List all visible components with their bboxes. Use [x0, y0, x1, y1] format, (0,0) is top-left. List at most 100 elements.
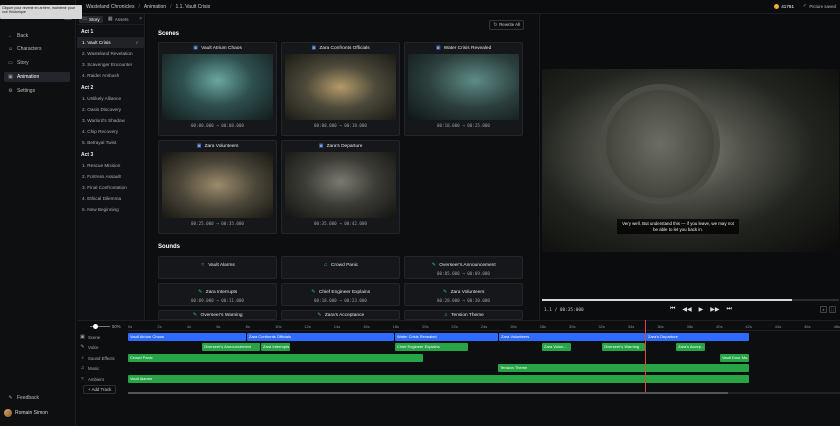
- timeline-clip[interactable]: Zara Confronts Officials: [247, 333, 394, 341]
- scene-thumbnail: [408, 54, 519, 120]
- credits-badge[interactable]: 41761: [774, 4, 794, 9]
- scene-card[interactable]: ▣ Zara's Departure 00:35.000 → 00:42.000: [281, 140, 400, 234]
- breadcrumb-section[interactable]: Animation: [144, 4, 166, 10]
- waveform-icon: ≈: [201, 262, 205, 268]
- ruler-tick: 16s: [363, 324, 370, 329]
- timeline-clip[interactable]: Tension Theme: [498, 364, 749, 372]
- skip-forward-icon[interactable]: ⏭: [727, 306, 732, 313]
- scene-card[interactable]: ▣ Vault Atrium Chaos 00:00.000 → 00:08.00…: [158, 42, 277, 136]
- timeline-clip[interactable]: Vault Door Mo...: [720, 354, 749, 362]
- zoom-slider[interactable]: [90, 324, 110, 329]
- story-scene-item[interactable]: 3. Warlord's Shadow: [77, 115, 144, 126]
- timeline-clip[interactable]: Zara Volunteers: [499, 333, 645, 341]
- timeline-clip[interactable]: Water Crisis Revealed: [395, 333, 498, 341]
- sound-card[interactable]: ♫ Tension Theme: [404, 310, 523, 320]
- story-scene-item[interactable]: 2. Oasis Discovery: [77, 104, 144, 115]
- story-scene-item[interactable]: 1. Vault Crisis ✓: [77, 37, 144, 48]
- user-profile[interactable]: Romain Simon: [4, 409, 48, 417]
- story-scene-item[interactable]: 5. New Beginning: [77, 204, 144, 215]
- sound-card-title-text: Zara's Acceptance: [324, 313, 365, 318]
- story-scene-item[interactable]: 5. Betrayal Twist: [77, 137, 144, 148]
- zoom-icon[interactable]: ⌕: [820, 306, 827, 313]
- sound-card-title: ♫ Tension Theme: [405, 311, 522, 319]
- play-icon[interactable]: ▶: [699, 306, 704, 313]
- rewrite-all-button[interactable]: ↻ Rewrite All: [489, 20, 524, 30]
- scene-card-title-text: Zara Confronts Officials: [319, 46, 370, 51]
- fullscreen-icon[interactable]: ⛶: [829, 306, 836, 313]
- nav-animation[interactable]: ▣ Animation: [4, 72, 70, 82]
- timeline-clip[interactable]: Overseer's Announcement: [202, 343, 260, 351]
- timeline-playhead[interactable]: [645, 320, 646, 394]
- story-scene-item[interactable]: 3. Scavenger Encounter: [77, 59, 144, 70]
- timeline-clip[interactable]: Vault Alarms: [128, 375, 749, 383]
- add-track-button[interactable]: + Add Track: [83, 385, 117, 394]
- ruler-tick: 6s: [216, 324, 221, 329]
- scene-card-title: ▣ Water Crisis Revealed: [405, 43, 522, 54]
- ruler-tick: 0s: [128, 324, 133, 329]
- sound-card-title: ✎ Overseer's Announcement: [405, 257, 522, 269]
- sound-card[interactable]: ✎ Chief Engineer Explains 00:18.000 → 00:…: [281, 283, 400, 306]
- nav-story[interactable]: ▭ Story: [4, 58, 70, 68]
- close-icon[interactable]: ×: [139, 16, 142, 22]
- sound-card-title-text: Vault Alarms: [208, 263, 235, 268]
- timeline-zoom[interactable]: 50%: [90, 324, 121, 329]
- story-scene-item[interactable]: 3. Final Confrontation: [77, 182, 144, 193]
- story-scene-item[interactable]: 4. Raider Ambush: [77, 70, 144, 81]
- sound-card[interactable]: ✎ Overseer's Warning: [158, 310, 277, 320]
- film-icon: ▣: [311, 45, 317, 51]
- track-label-scene: ▣ Scene: [80, 332, 100, 342]
- film-icon: ▣: [80, 333, 85, 340]
- timeline-clip[interactable]: Overseer's Warning: [602, 343, 645, 351]
- fast-forward-icon[interactable]: ▶▶: [710, 306, 719, 313]
- preview-tools: ⌕ ⛶: [820, 306, 836, 313]
- rewind-icon[interactable]: ◀◀: [682, 306, 691, 313]
- timeline-scrollbar[interactable]: [128, 392, 840, 394]
- timeline-clip[interactable]: Crowd Panic: [128, 354, 423, 362]
- story-scene-item[interactable]: 4. Ethical Dilemma: [77, 193, 144, 204]
- preview-timecode: 1.1 / 00:35:000: [544, 308, 584, 313]
- bell-icon: ♪: [81, 354, 84, 361]
- story-scene-item[interactable]: 2. Wasteland Revelation: [77, 48, 144, 59]
- microphone-icon: ✎: [311, 289, 316, 295]
- story-scene-item[interactable]: 4. Chip Recovery: [77, 126, 144, 137]
- nav-settings[interactable]: ⚙ Settings: [4, 86, 70, 96]
- video-frame[interactable]: Very well. But understand this — if you …: [542, 69, 839, 252]
- nav-story-label: Story: [17, 60, 29, 66]
- time-ruler[interactable]: 0s 2s 4s 6s 8s 10s 12s 14s 16s 18s 20s 22s 24s 26s 28s…: [128, 323, 840, 331]
- scene-card[interactable]: ▣ Zara Volunteers 00:25.000 → 00:35.000: [158, 140, 277, 234]
- scene-card[interactable]: ▣ Zara Confronts Officials 00:08.000 → 00…: [281, 42, 400, 136]
- zoom-slider-knob[interactable]: [93, 324, 98, 329]
- timeline-clip[interactable]: Vault Atrium Chaos: [128, 333, 246, 341]
- skip-back-icon[interactable]: ⏮: [670, 306, 675, 313]
- sound-card[interactable]: ≈ Vault Alarms: [158, 256, 277, 279]
- story-scene-item[interactable]: 1. Rescue Mission: [77, 160, 144, 171]
- timeline-clip[interactable]: Zara's Departure: [646, 333, 749, 341]
- nav-back[interactable]: ← Back: [4, 31, 70, 41]
- nav-settings-label: Settings: [17, 88, 36, 94]
- breadcrumb-project[interactable]: Wasteland Chronicles: [86, 4, 134, 10]
- scene-card[interactable]: ▣ Water Crisis Revealed 00:18.000 → 00:25…: [404, 42, 523, 136]
- arrow-left-icon: ←: [8, 32, 13, 39]
- preview-scrubber[interactable]: [542, 299, 839, 301]
- sound-card[interactable]: ✎ Zara's Acceptance: [281, 310, 400, 320]
- timeline-clip[interactable]: Zara Interrupts: [261, 343, 290, 351]
- timeline-clip[interactable]: Zara's Accep...: [676, 343, 705, 351]
- sound-card[interactable]: ✎ Zara Volunteers 00:28.000 → 00:30.000: [404, 283, 523, 306]
- film-icon: ▣: [8, 73, 13, 80]
- music-note-icon: ♫: [80, 364, 85, 371]
- tab-story[interactable]: ▭ Story: [79, 15, 103, 23]
- timeline-clip[interactable]: Zara Volun...: [542, 343, 571, 351]
- timeline-clip[interactable]: Chief Engineer Explains: [395, 343, 468, 351]
- sound-card[interactable]: ✎ Overseer's Announcement 00:05.000 → 00:…: [404, 256, 523, 279]
- ruler-tick: 24s: [480, 324, 488, 329]
- track-label-text: Sound Effects: [88, 355, 115, 361]
- scrollbar-thumb[interactable]: [128, 392, 728, 394]
- nav-characters[interactable]: ☺ Characters: [4, 44, 70, 54]
- sound-card[interactable]: ✎ Zara Interrupts 00:09.000 → 00:11.000: [158, 283, 277, 306]
- story-scene-item[interactable]: 2. Fortress Assault: [77, 171, 144, 182]
- sound-card[interactable]: ♫ Crowd Panic: [281, 256, 400, 279]
- ruler-tick: 12s: [304, 324, 311, 329]
- nav-feedback[interactable]: ✎ Feedback: [4, 393, 70, 403]
- story-scene-item[interactable]: 1. Unlikely Alliance: [77, 93, 144, 104]
- tab-assets[interactable]: ▦ Assets: [105, 16, 132, 23]
